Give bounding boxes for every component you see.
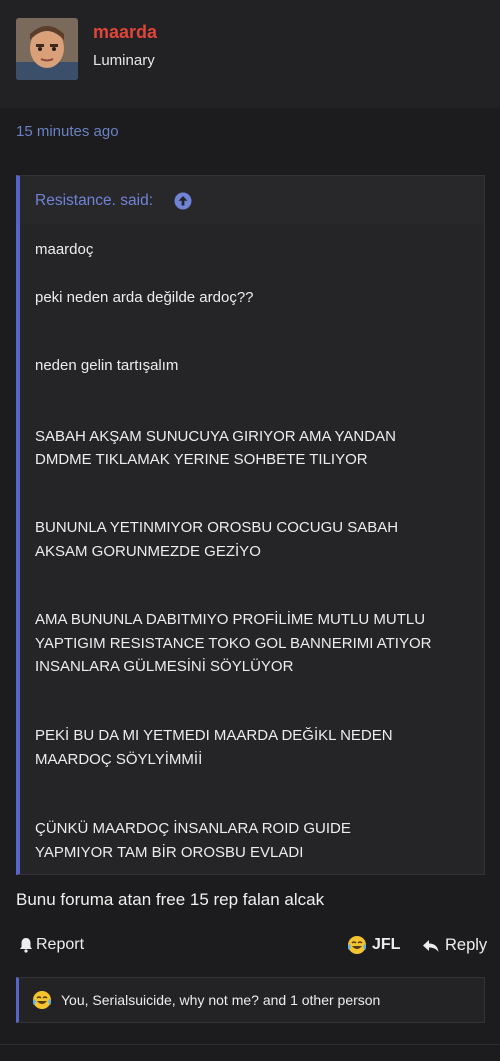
divider <box>0 1044 500 1045</box>
user-avatar[interactable] <box>16 18 78 80</box>
report-button[interactable]: Report <box>19 936 84 954</box>
post-user-header: maarda Luminary <box>0 0 500 108</box>
joy-emoji-icon <box>33 991 51 1009</box>
quote-line: MAARDOÇ SÖYLYİMMİİ <box>35 751 203 768</box>
quote-line: PEKİ BU DA MI YETMEDI MAARDA DEĞİKL NEDE… <box>35 727 393 744</box>
quote-line: DMDME TIKLAMAK YERINE SOHBETE TILIYOR <box>35 451 368 468</box>
reaction-button[interactable]: JFL <box>347 935 400 955</box>
quote-header: Resistance. said: <box>20 176 484 224</box>
quote-line: neden gelin tartışalım <box>35 357 179 374</box>
reaction-label: JFL <box>372 936 401 953</box>
joy-emoji-icon <box>348 936 366 954</box>
post-actions: Report JFL Reply <box>0 932 500 962</box>
quote-line: YAPTIGIM RESISTANCE TOKO GOL BANNERIMI A… <box>35 635 432 652</box>
reactions-text[interactable]: You, Serialsuicide, why not me? and 1 ot… <box>61 992 380 1008</box>
post-timestamp[interactable]: 15 minutes ago <box>16 123 119 140</box>
reactions-summary[interactable]: You, Serialsuicide, why not me? and 1 ot… <box>16 977 485 1023</box>
reply-button[interactable]: Reply <box>422 936 487 955</box>
quote-line: INSANLARA GÜLMESİNİ SÖYLÜYOR <box>35 658 294 675</box>
quote-line: ÇÜNKÜ MAARDOÇ İNSANLARA ROID GUIDE <box>35 820 351 837</box>
username[interactable]: maarda <box>93 22 157 43</box>
bell-icon <box>20 938 32 953</box>
quote-line: BUNUNLA YETINMIYOR OROSBU COCUGU SABAH <box>35 519 399 536</box>
reply-label: Reply <box>445 936 488 954</box>
quote-line: SABAH AKŞAM SUNUCUYA GIRIYOR AMA YANDAN <box>35 428 396 445</box>
report-label: Report <box>36 936 85 953</box>
quote-line: AKSAM GORUNMEZDE GEZİYO <box>35 543 261 560</box>
reply-arrow-icon <box>423 939 439 952</box>
post-message: Bunu foruma atan free 15 rep falan alcak <box>16 890 325 909</box>
quote-attribution[interactable]: Resistance. said: <box>35 192 153 210</box>
forum-post: maarda Luminary 15 minutes ago Resistanc… <box>0 0 500 1061</box>
quote-line: AMA BUNUNLA DABITMIYO PROFİLİME MUTLU MU… <box>35 611 426 628</box>
user-title: Luminary <box>93 52 155 69</box>
quote-block: Resistance. said: maardoç peki neden ard… <box>16 175 485 875</box>
quote-line: peki neden arda değilde ardoç?? <box>35 289 254 306</box>
quote-line: maardoç <box>35 241 94 258</box>
quote-line: YAPMIYOR TAM BİR OROSBU EVLADI <box>35 844 304 861</box>
arrow-up-circle-icon[interactable] <box>174 192 192 210</box>
